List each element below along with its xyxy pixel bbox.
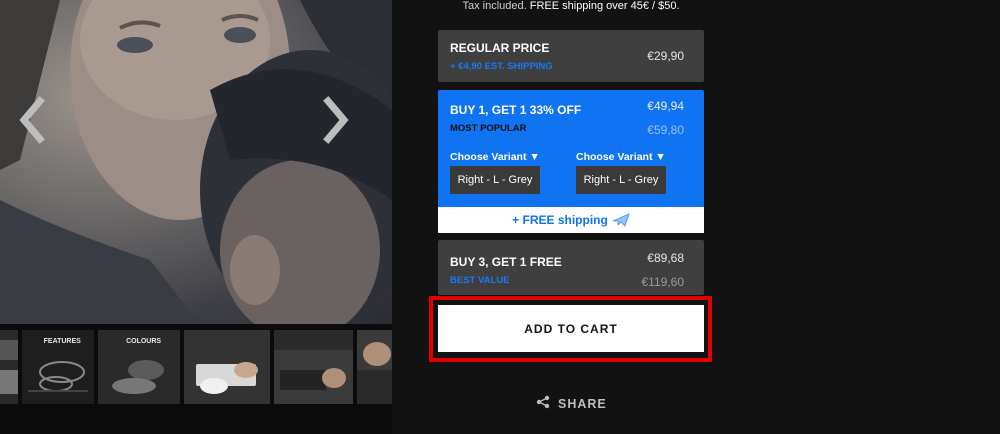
offer-buy1-get1[interactable]: BUY 1, GET 1 33% OFF MOST POPULAR €49,94… bbox=[438, 90, 704, 233]
thumbnail-strip: FEATURES COLOURS bbox=[0, 330, 392, 404]
thumbnail-5-image bbox=[274, 350, 353, 404]
thumbnail-1[interactable] bbox=[0, 330, 18, 404]
choose-variant-label-2[interactable]: Choose Variant ▼ bbox=[576, 151, 666, 163]
previous-image-button[interactable] bbox=[16, 95, 56, 155]
offer-compare-price: €119,60 bbox=[641, 275, 685, 289]
thumbnail-1-image bbox=[0, 340, 18, 394]
offer-price: €29,90 bbox=[647, 49, 684, 63]
offer-shipping-estimate: + €4,90 EST. SHIPPING bbox=[450, 61, 553, 72]
share-button[interactable]: SHARE bbox=[536, 395, 607, 413]
offer-regular-price[interactable]: REGULAR PRICE + €4,90 EST. SHIPPING €29,… bbox=[438, 30, 704, 82]
share-icon bbox=[536, 395, 550, 414]
share-label: SHARE bbox=[558, 397, 607, 411]
tax-shipping-note: Tax included. FREE shipping over 45€ / $… bbox=[392, 0, 750, 12]
thumbnail-6[interactable] bbox=[356, 330, 392, 404]
offer-buy3-get1[interactable]: BUY 3, GET 1 FREE BEST VALUE €89,68 €119… bbox=[438, 240, 704, 295]
offer-title: BUY 3, GET 1 FREE bbox=[450, 255, 562, 269]
offer-price: €89,68 bbox=[647, 251, 684, 265]
tax-note-text: Tax included. bbox=[462, 0, 527, 12]
thumbnail-3[interactable]: COLOURS bbox=[98, 330, 181, 404]
airplane-icon bbox=[612, 212, 630, 228]
free-shipping-text: + FREE shipping bbox=[512, 213, 608, 227]
thumbnail-5[interactable] bbox=[274, 330, 353, 404]
thumbnail-2-caption: FEATURES bbox=[43, 338, 81, 345]
product-hero-image bbox=[0, 0, 392, 324]
free-shipping-note: FREE shipping over 45€ / $50. bbox=[529, 0, 680, 12]
offer-title: REGULAR PRICE bbox=[450, 41, 550, 55]
variant-select-1[interactable]: Right - L - Grey bbox=[450, 166, 540, 194]
free-shipping-banner: + FREE shipping bbox=[438, 207, 704, 233]
most-popular-badge: MOST POPULAR bbox=[450, 123, 527, 134]
offer-price: €49,94 bbox=[647, 99, 684, 113]
thumbnail-6-image bbox=[356, 342, 392, 404]
thumbnail-4-image bbox=[184, 330, 271, 404]
thumbnail-4[interactable] bbox=[184, 330, 271, 404]
best-value-badge: BEST VALUE bbox=[450, 275, 510, 286]
choose-variant-label-1[interactable]: Choose Variant ▼ bbox=[450, 151, 540, 163]
product-gallery: FEATURES COLOURS bbox=[0, 0, 392, 434]
offer-title: BUY 1, GET 1 33% OFF bbox=[450, 103, 582, 117]
next-image-button[interactable] bbox=[322, 95, 362, 155]
add-to-cart-button[interactable]: ADD TO CART bbox=[438, 305, 704, 352]
offer-compare-price: €59,80 bbox=[647, 123, 684, 137]
chevron-right-icon bbox=[323, 96, 349, 144]
thumbnail-3-caption: COLOURS bbox=[126, 338, 162, 345]
variant-select-2[interactable]: Right - L - Grey bbox=[576, 166, 666, 194]
chevron-left-icon bbox=[19, 96, 45, 144]
thumbnail-2[interactable]: FEATURES bbox=[21, 330, 95, 404]
hero-photo bbox=[0, 0, 392, 324]
product-page: FEATURES COLOURS Tax included. FREE ship… bbox=[0, 0, 1000, 434]
